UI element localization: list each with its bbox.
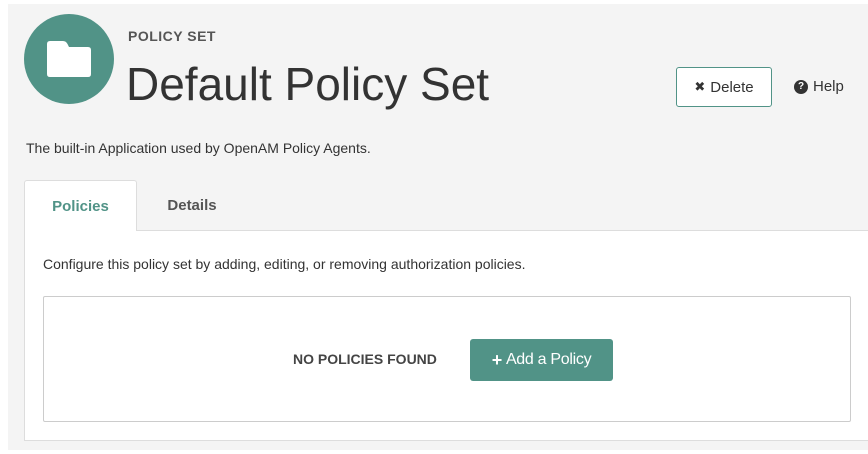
policy-set-avatar — [24, 14, 114, 104]
help-icon: ? — [794, 79, 808, 94]
delete-button[interactable]: ✖ Delete — [676, 67, 772, 107]
policies-empty-state: NO POLICIES FOUND + Add a Policy — [43, 296, 851, 422]
policies-tab-panel: Configure this policy set by adding, edi… — [24, 230, 868, 441]
delete-button-label: Delete — [710, 78, 754, 96]
page-title: Default Policy Set — [126, 58, 490, 110]
page-description: The built-in Application used by OpenAM … — [26, 140, 371, 156]
panel-description: Configure this policy set by adding, edi… — [43, 256, 526, 272]
tab-policies[interactable]: Policies — [24, 180, 137, 231]
help-link[interactable]: ? Help — [794, 78, 844, 95]
tab-details[interactable]: Details — [137, 180, 247, 230]
policy-set-page: POLICY SET Default Policy Set ✖ Delete ?… — [8, 4, 868, 450]
folder-icon — [47, 41, 91, 77]
plus-icon: + — [491, 350, 503, 370]
help-link-label: Help — [813, 78, 844, 95]
add-policy-button[interactable]: + Add a Policy — [470, 339, 613, 381]
empty-state-text: NO POLICIES FOUND — [293, 351, 437, 367]
add-policy-button-label: Add a Policy — [505, 351, 592, 368]
close-icon: ✖ — [694, 79, 706, 94]
page-eyebrow: POLICY SET — [128, 28, 216, 44]
